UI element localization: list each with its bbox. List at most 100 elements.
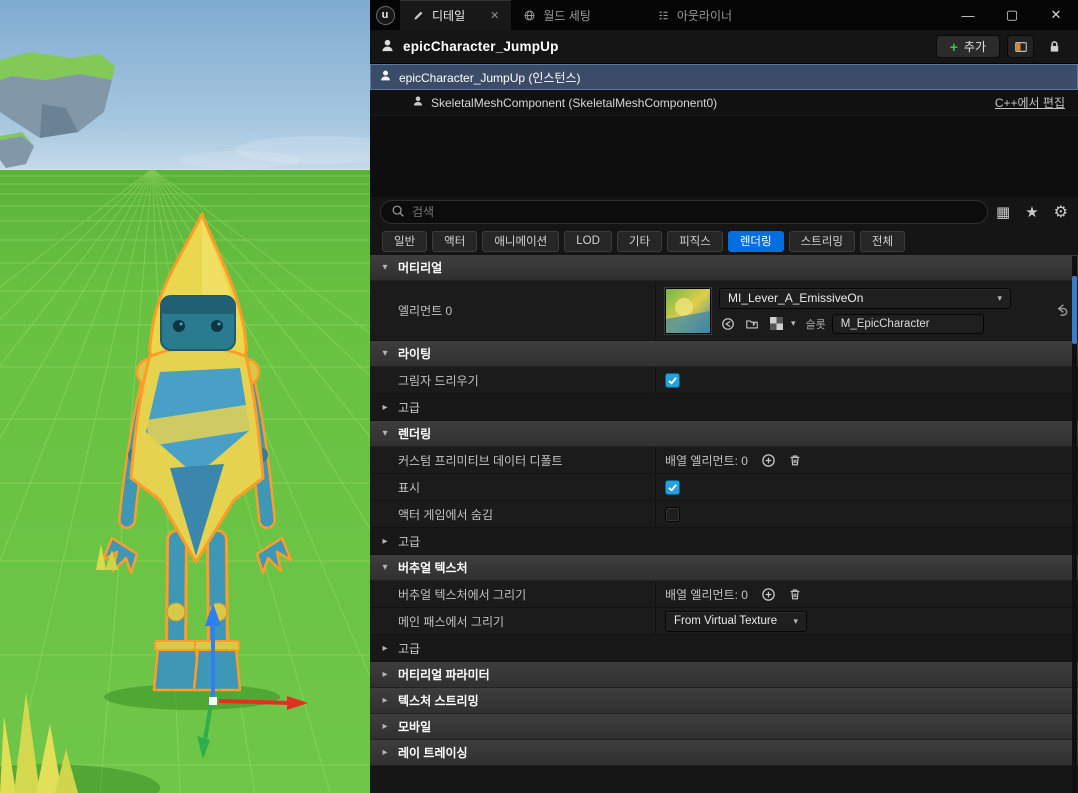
- panel-layout-icon[interactable]: [1007, 35, 1034, 58]
- expand-arrow-icon: ▸: [382, 669, 388, 680]
- close-tab-icon[interactable]: ✕: [490, 9, 499, 22]
- property-label: 버추얼 텍스처에서 그리기: [398, 587, 527, 602]
- tree-item-root[interactable]: epicCharacter_JumpUp (인스턴스): [370, 64, 1078, 90]
- actor-header: epicCharacter_JumpUp + 추가: [370, 30, 1078, 64]
- collapse-arrow-icon: ▾: [382, 262, 388, 273]
- browse-to-asset-icon[interactable]: [743, 315, 761, 333]
- filter-rendering[interactable]: 렌더링: [727, 230, 784, 252]
- filter-animation[interactable]: 애니메이션: [482, 230, 560, 252]
- virtual-texture-advanced-expander[interactable]: ▸ 고급: [370, 635, 1078, 662]
- tree-item-skeletal-mesh[interactable]: SkeletalMeshComponent (SkeletalMeshCompo…: [370, 90, 1078, 116]
- clear-array-trash-icon[interactable]: [786, 585, 804, 603]
- maximize-icon[interactable]: ▢: [990, 0, 1034, 30]
- component-tree: epicCharacter_JumpUp (인스턴스) SkeletalMesh…: [370, 64, 1078, 197]
- outliner-list-icon: [657, 9, 670, 22]
- tab-outliner[interactable]: 아웃라이너: [645, 0, 744, 30]
- property-label: 표시: [398, 480, 421, 495]
- section-material[interactable]: ▾ 머티리얼: [370, 255, 1078, 281]
- filter-streaming[interactable]: 스트리밍: [788, 230, 855, 252]
- clear-array-trash-icon[interactable]: [786, 451, 804, 469]
- tab-outliner-label: 아웃라이너: [676, 8, 733, 23]
- unreal-logo-icon[interactable]: u: [370, 0, 400, 30]
- draw-in-main-pass-row: 메인 패스에서 그리기 From Virtual Texture ▾: [370, 608, 1078, 635]
- property-label: 메인 패스에서 그리기: [398, 614, 505, 629]
- display-grid-icon[interactable]: ▦: [996, 203, 1010, 221]
- material-asset-dropdown[interactable]: MI_Lever_A_EmissiveOn ▾: [719, 287, 1011, 309]
- cast-shadow-checkbox[interactable]: [665, 372, 680, 388]
- section-title: 라이팅: [398, 347, 432, 361]
- collapse-arrow-icon: ▾: [382, 562, 388, 573]
- add-array-element-icon[interactable]: [760, 451, 778, 469]
- filter-all[interactable]: 전체: [859, 230, 906, 252]
- search-row: ▦ ★ ⚙: [370, 197, 1078, 227]
- actor-icon: [379, 69, 392, 85]
- collapse-arrow-icon: ▾: [382, 348, 388, 359]
- filter-lod[interactable]: LOD: [564, 230, 612, 252]
- viewport-3d[interactable]: [0, 0, 370, 793]
- lighting-advanced-expander[interactable]: ▸ 고급: [370, 394, 1078, 421]
- slot-label: 슬롯: [805, 318, 826, 331]
- chevron-down-icon: ▾: [793, 615, 798, 626]
- scrollbar-thumb[interactable]: [1072, 276, 1077, 344]
- window-controls: — ▢ ✕: [946, 0, 1078, 30]
- property-label: 그림자 드리우기: [398, 373, 479, 388]
- filter-misc[interactable]: 기타: [616, 230, 663, 252]
- section-lighting[interactable]: ▾ 라이팅: [370, 341, 1078, 367]
- panel-tab-bar: u 디테일 ✕ 월드 세팅 아웃라이너 — ▢ ✕: [370, 0, 1078, 30]
- section-rendering[interactable]: ▾ 렌더링: [370, 421, 1078, 447]
- advanced-label: 고급: [398, 534, 421, 549]
- search-input[interactable]: [412, 205, 977, 219]
- tab-details[interactable]: 디테일 ✕: [400, 0, 512, 30]
- material-thumbnail[interactable]: [664, 286, 712, 335]
- favorites-star-icon[interactable]: ★: [1025, 203, 1038, 221]
- minimize-icon[interactable]: —: [946, 0, 990, 30]
- hidden-in-game-row: 액터 게임에서 숨김: [370, 501, 1078, 528]
- section-material-parameters[interactable]: ▸ 머티리얼 파라미터: [370, 662, 1078, 688]
- expand-arrow-icon: ▸: [382, 721, 388, 732]
- rendering-advanced-expander[interactable]: ▸ 고급: [370, 528, 1078, 555]
- texture-checker-icon[interactable]: [767, 315, 785, 333]
- search-box[interactable]: [380, 200, 988, 224]
- chevron-down-icon[interactable]: ▾: [791, 318, 796, 329]
- globe-icon: [523, 9, 536, 22]
- property-label: 액터 게임에서 숨김: [398, 507, 493, 522]
- section-ray-tracing[interactable]: ▸ 레이 트레이싱: [370, 740, 1078, 766]
- selected-actor-title: epicCharacter_JumpUp: [403, 39, 559, 54]
- cast-shadow-row: 그림자 드리우기: [370, 367, 1078, 394]
- expand-arrow-icon: ▸: [382, 747, 388, 758]
- close-icon[interactable]: ✕: [1034, 0, 1078, 30]
- add-array-element-icon[interactable]: [760, 585, 778, 603]
- expand-arrow-icon: ▸: [382, 695, 388, 706]
- section-title: 버추얼 텍스처: [398, 561, 468, 575]
- section-texture-streaming[interactable]: ▸ 텍스처 스트리밍: [370, 688, 1078, 714]
- edit-in-cpp-link[interactable]: C++에서 편집: [995, 94, 1065, 111]
- main-pass-dropdown[interactable]: From Virtual Texture ▾: [665, 610, 807, 632]
- tab-world-settings-label: 월드 세팅: [543, 8, 591, 23]
- reset-to-default-icon[interactable]: [1054, 302, 1069, 320]
- filter-physics[interactable]: 피직스: [667, 230, 723, 252]
- section-title: 머티리얼 파라미터: [398, 668, 490, 682]
- section-virtual-texture[interactable]: ▾ 버추얼 텍스처: [370, 555, 1078, 581]
- property-list: ▾ 머티리얼 엘리먼트 0 MI_Lever_A_EmissiveOn ▾ ▾ …: [370, 255, 1078, 793]
- visible-checkbox[interactable]: [665, 479, 680, 495]
- material-element-row: 엘리먼트 0 MI_Lever_A_EmissiveOn ▾ ▾ 슬롯 M_Ep…: [370, 281, 1078, 341]
- expand-arrow-icon: ▸: [382, 642, 388, 654]
- actor-icon: [380, 38, 395, 56]
- material-asset-name: MI_Lever_A_EmissiveOn: [728, 291, 864, 305]
- draw-in-virtual-texture-row: 버추얼 텍스처에서 그리기 배열 엘리먼트: 0: [370, 581, 1078, 608]
- lock-icon[interactable]: [1041, 35, 1068, 58]
- collapse-arrow-icon: ▾: [382, 428, 388, 439]
- filter-actor[interactable]: 액터: [432, 230, 478, 252]
- array-elements-value: 배열 엘리먼트: 0: [665, 453, 748, 468]
- component-icon: [412, 95, 424, 110]
- filter-general[interactable]: 일반: [382, 230, 428, 252]
- section-mobile[interactable]: ▸ 모바일: [370, 714, 1078, 740]
- add-component-button[interactable]: + 추가: [935, 35, 1000, 58]
- hidden-in-game-checkbox[interactable]: [665, 506, 680, 522]
- use-selected-asset-icon[interactable]: [719, 315, 737, 333]
- slot-name-field[interactable]: M_EpicCharacter: [831, 313, 984, 334]
- settings-gear-icon[interactable]: ⚙: [1054, 202, 1068, 222]
- main-pass-value: From Virtual Texture: [674, 615, 778, 627]
- tab-details-label: 디테일: [432, 9, 466, 23]
- tab-world-settings[interactable]: 월드 세팅: [511, 0, 603, 30]
